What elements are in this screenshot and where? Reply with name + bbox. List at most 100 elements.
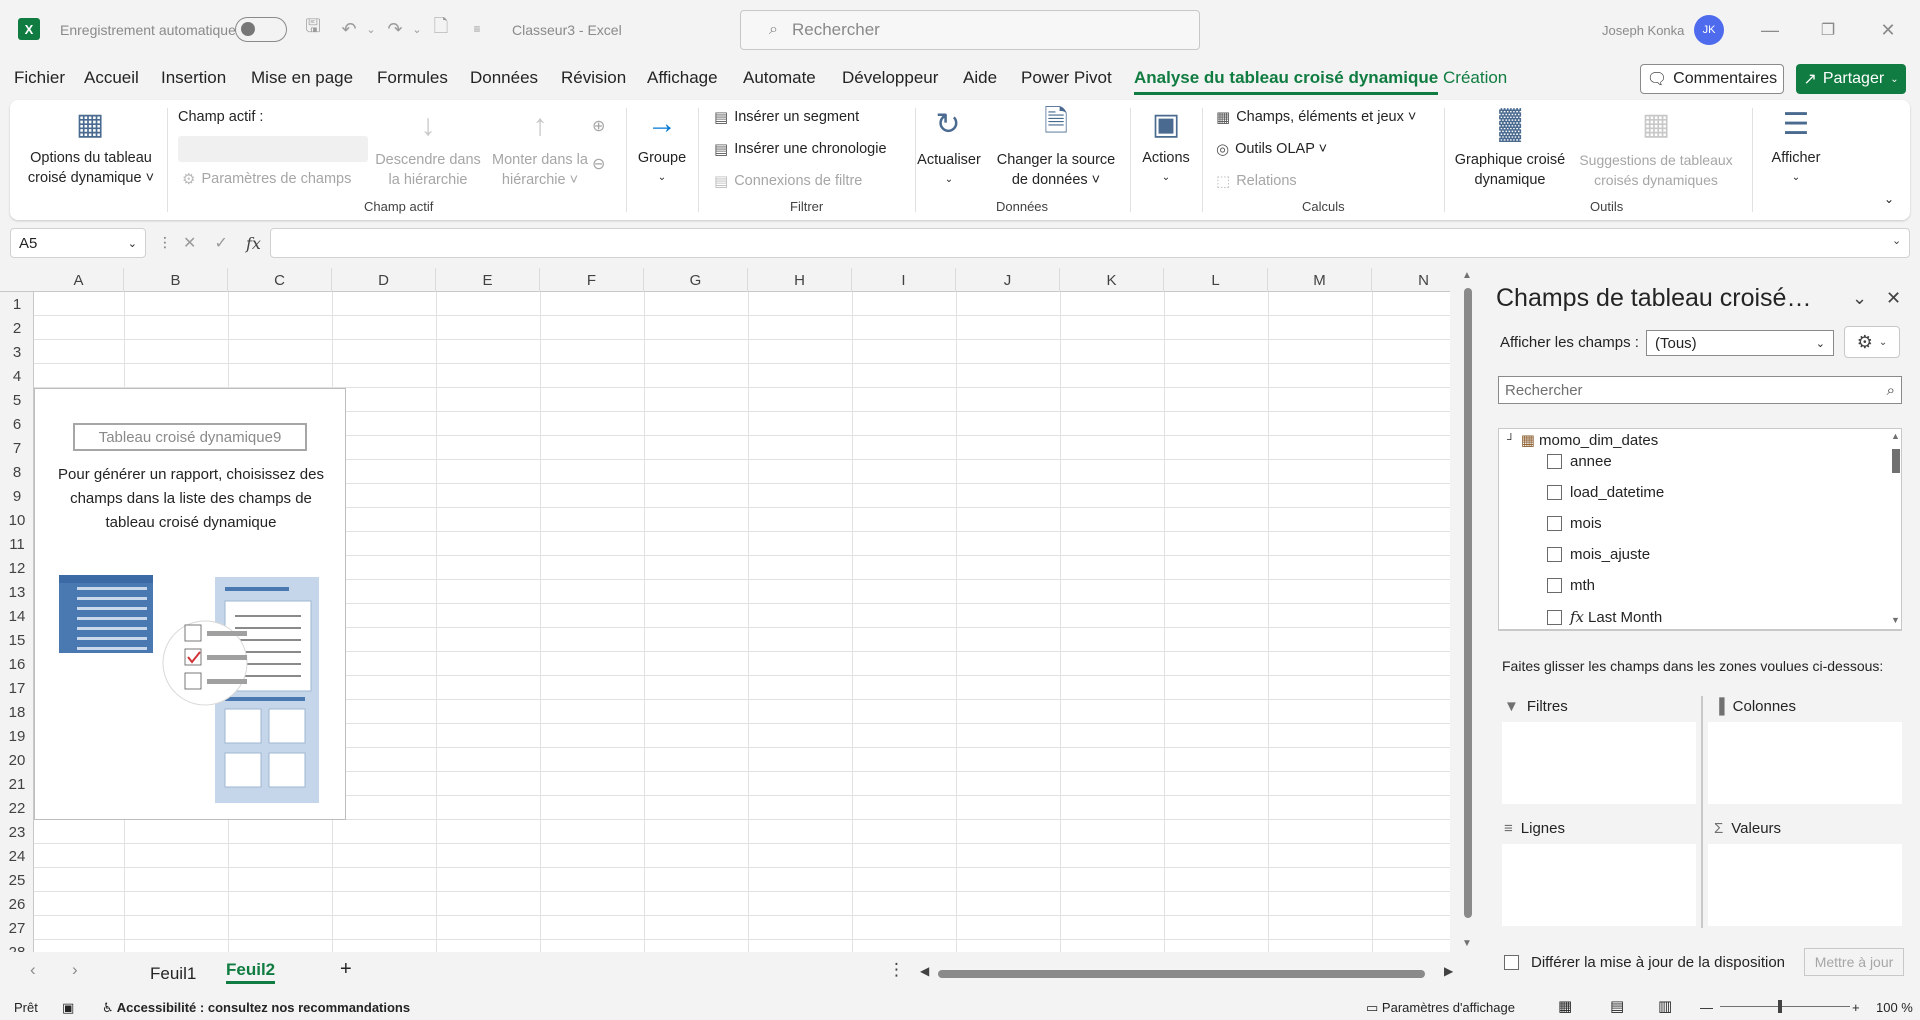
show-fields-select[interactable]: (Tous) ⌄: [1646, 330, 1834, 356]
row-header[interactable]: 9: [0, 484, 34, 508]
accessibility-status[interactable]: ♿ Accessibilité : consultez nos recomman…: [102, 1000, 410, 1016]
tab-creation[interactable]: Création: [1443, 68, 1507, 88]
row-header[interactable]: 11: [0, 532, 34, 556]
field-item[interactable]: mois_ajuste: [1547, 546, 1650, 563]
row-header[interactable]: 28: [0, 940, 34, 953]
name-box[interactable]: A5 ⌄: [10, 228, 146, 258]
redo-dropdown-icon[interactable]: ⌄: [406, 18, 428, 40]
page-break-view-icon[interactable]: ▥: [1658, 997, 1672, 1015]
restore-icon[interactable]: ❐: [1816, 18, 1840, 42]
row-header[interactable]: 1: [0, 292, 34, 316]
row-header[interactable]: 2: [0, 316, 34, 340]
tab-fichier[interactable]: Fichier: [14, 68, 65, 88]
row-header[interactable]: 23: [0, 820, 34, 844]
share-button[interactable]: ↗ Partager ⌄: [1796, 64, 1906, 94]
field-checkbox[interactable]: [1547, 547, 1562, 562]
defer-update-checkbox[interactable]: [1504, 955, 1519, 970]
row-header[interactable]: 13: [0, 580, 34, 604]
row-header[interactable]: 5: [0, 388, 34, 412]
row-header[interactable]: 17: [0, 676, 34, 700]
column-header[interactable]: I: [852, 268, 956, 292]
fields-items-sets-button[interactable]: ▦ Champs, éléments et jeux ˅: [1216, 108, 1416, 126]
scroll-down-icon[interactable]: ▼: [1891, 615, 1900, 625]
tab-revision[interactable]: Révision: [561, 68, 626, 88]
tab-aide[interactable]: Aide: [963, 68, 997, 88]
zoom-level[interactable]: 100 %: [1876, 1000, 1913, 1015]
column-header[interactable]: E: [436, 268, 540, 292]
field-list-settings-button[interactable]: ⚙ ⌄: [1844, 326, 1900, 358]
tab-developpeur[interactable]: Développeur: [842, 68, 938, 88]
customize-toolbar-icon[interactable]: ≡: [466, 18, 488, 40]
filter-connections-button[interactable]: ▤ Connexions de filtre: [714, 172, 862, 190]
tab-affichage[interactable]: Affichage: [647, 68, 718, 88]
tab-donnees[interactable]: Données: [470, 68, 538, 88]
rows-drop-zone[interactable]: [1502, 844, 1696, 926]
scroll-up-icon[interactable]: ▲: [1462, 270, 1472, 281]
tab-accueil[interactable]: Accueil: [84, 68, 139, 88]
tab-analyse-tcd[interactable]: Analyse du tableau croisé dynamique: [1134, 68, 1439, 95]
tab-formules[interactable]: Formules: [377, 68, 448, 88]
minimize-icon[interactable]: —: [1758, 18, 1782, 42]
field-item[interactable]: mois: [1547, 515, 1602, 532]
row-header[interactable]: 24: [0, 844, 34, 868]
field-item[interactable]: fx Last Month: [1547, 608, 1662, 626]
row-header[interactable]: 4: [0, 364, 34, 388]
field-list-scrollbar[interactable]: ▲ ▼: [1889, 429, 1901, 629]
column-header[interactable]: D: [332, 268, 436, 292]
expand-field-icon[interactable]: ⊕: [592, 116, 605, 136]
scroll-down-icon[interactable]: ▼: [1462, 938, 1472, 949]
column-header[interactable]: F: [540, 268, 644, 292]
column-header[interactable]: J: [956, 268, 1060, 292]
defer-update-option[interactable]: Différer la mise à jour de la dispositio…: [1504, 954, 1785, 971]
horizontal-scroll-thumb[interactable]: [938, 970, 1425, 978]
field-list-scroll-thumb[interactable]: [1892, 449, 1900, 473]
expand-formula-icon[interactable]: ⌄: [1892, 234, 1901, 247]
search-box[interactable]: ⌕ Rechercher: [740, 10, 1200, 50]
row-header[interactable]: 3: [0, 340, 34, 364]
values-drop-zone[interactable]: [1708, 844, 1902, 926]
row-header[interactable]: 21: [0, 772, 34, 796]
group-button[interactable]: Groupe ⌄: [632, 148, 692, 188]
drill-up-button[interactable]: Monter dans la hiérarchie ˅: [484, 150, 596, 190]
field-list[interactable]: ┘ ▦ momo_dim_dates annee load_datetime m…: [1498, 428, 1902, 630]
row-header[interactable]: 7: [0, 436, 34, 460]
drill-down-button[interactable]: Descendre dans la hiérarchie: [370, 150, 486, 190]
field-item[interactable]: annee: [1547, 453, 1612, 470]
spreadsheet-grid[interactable]: ABCDEFGHIJKLMN 1 2 3 4 5 6 7 8 9 10 11 12 13 14 15 16 17…: [0, 268, 1450, 952]
normal-view-icon[interactable]: ▦: [1558, 997, 1572, 1015]
more-options-icon[interactable]: ⋮: [158, 234, 172, 251]
column-header[interactable]: N: [1372, 268, 1450, 292]
tab-power-pivot[interactable]: Power Pivot: [1021, 68, 1112, 88]
row-header[interactable]: 16: [0, 652, 34, 676]
tab-mise-en-page[interactable]: Mise en page: [251, 68, 353, 88]
row-header[interactable]: 15: [0, 628, 34, 652]
update-button[interactable]: Mettre à jour: [1804, 948, 1904, 976]
row-header[interactable]: 19: [0, 724, 34, 748]
column-header[interactable]: L: [1164, 268, 1268, 292]
field-checkbox[interactable]: [1547, 454, 1562, 469]
field-item[interactable]: load_datetime: [1547, 484, 1664, 501]
pane-options-chevron-icon[interactable]: ⌄: [1852, 288, 1867, 309]
pivot-table-placeholder[interactable]: Tableau croisé dynamique9 Pour générer u…: [34, 388, 346, 820]
column-header[interactable]: H: [748, 268, 852, 292]
next-sheet-icon[interactable]: ›: [72, 960, 78, 980]
actions-button[interactable]: Actions ⌄: [1136, 148, 1196, 188]
formula-input[interactable]: [270, 228, 1910, 258]
column-header[interactable]: M: [1268, 268, 1372, 292]
undo-icon[interactable]: ↶: [338, 18, 360, 40]
sheet-tab-feuil2[interactable]: Feuil2: [226, 960, 276, 984]
columns-drop-zone[interactable]: [1708, 722, 1902, 804]
collapse-field-icon[interactable]: ⊖: [592, 154, 605, 174]
row-header[interactable]: 12: [0, 556, 34, 580]
row-header[interactable]: 10: [0, 508, 34, 532]
new-file-icon[interactable]: 🗋: [430, 16, 452, 40]
zoom-out-icon[interactable]: —: [1700, 1000, 1713, 1015]
pivot-options-button[interactable]: Options du tableau croisé dynamique ˅: [16, 148, 166, 188]
column-header[interactable]: A: [34, 268, 124, 292]
prev-sheet-icon[interactable]: ‹: [30, 960, 36, 980]
tab-insertion[interactable]: Insertion: [161, 68, 226, 88]
scroll-up-icon[interactable]: ▲: [1891, 431, 1900, 441]
enter-icon[interactable]: ✓: [215, 233, 228, 253]
close-pane-icon[interactable]: ✕: [1886, 288, 1901, 309]
column-header[interactable]: G: [644, 268, 748, 292]
